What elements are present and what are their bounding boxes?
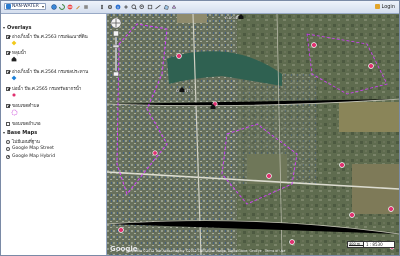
basemap-label: ไม่มีแผนที่ฐาน [12,140,40,145]
layer-item[interactable]: อ่างเก็บน้ำ ปีพ.ศ.2564 กรมชลประทาน [6,68,88,75]
chevron-down-icon [42,5,44,8]
layer-item[interactable]: ขอบเขตตำบล [6,102,39,109]
zoom-out-icon[interactable] [138,3,145,10]
layer-item[interactable]: ขอบเขตอำเภอ [6,120,41,127]
edit-icon[interactable] [74,3,81,10]
map-imagery [107,14,399,255]
basemap-radio[interactable] [6,139,10,144]
zoom-in-button[interactable] [111,40,119,46]
key-icon [374,4,380,9]
layer-label: ขอบเขตตำบล [12,104,40,109]
top-toolbar: NAN-WATER Login [1,1,399,14]
measure-icon[interactable] [154,3,161,10]
basemap-option[interactable]: ไม่มีแผนที่ฐาน [6,138,40,145]
yellow-diamond-icon [11,40,17,48]
scale-ratio-label: 1 : 8530 [366,242,383,247]
polygon-icon[interactable] [170,3,177,10]
brand-dropdown[interactable]: NAN-WATER [4,3,46,10]
satellite-map[interactable]: ต.ม่วงตึ๊ด บ้านพร้าว Google Map data ©20… [107,14,399,255]
zoom-in-icon[interactable] [130,3,137,10]
basemap-label: Google Map Street [12,146,54,151]
tools-icon[interactable] [82,3,89,10]
layer-item[interactable]: หลุมน้ำ [6,49,26,56]
basemap-option[interactable]: Google Map Hybrid [6,154,55,159]
overlays-title: Overlays [7,25,32,31]
globe-icon[interactable] [50,3,57,10]
layer-checkbox[interactable] [6,69,10,74]
basemap-radio[interactable] [6,154,10,159]
map-copyright: Map data ©2012 Tele Atlas imagery ©2012 … [127,249,286,253]
layer-checkbox[interactable] [6,34,10,39]
layer-checkbox[interactable] [6,50,10,55]
settings-icon[interactable] [106,3,113,10]
collapse-triangle-icon [3,27,5,29]
layer-checkbox[interactable] [6,86,10,91]
pink-dot-icon [11,92,17,100]
layer-label: อ่างเก็บน้ำ ปีพ.ศ.2563 กรมพัฒนาที่ดิน [12,35,88,40]
layer-label: อ่างเก็บน้ำ ปีพ.ศ.2564 กรมชลประทาน [12,70,89,75]
login-button[interactable]: Login [374,3,396,10]
dashed-ring-icon [11,109,18,118]
brand-label: NAN-WATER [12,4,39,9]
layer-item[interactable]: บ่อน้ำ ปีพ.ศ.2565 กรมทรัพยากรน้ำ [6,85,81,92]
zoom-out-button[interactable] [111,81,119,87]
basemaps-title: Base Maps [7,130,38,136]
layer-label: ขอบเขตอำเภอ [12,122,41,127]
refresh-icon[interactable] [58,3,65,10]
info-icon[interactable] [114,3,121,10]
basemap-label: Google Map Hybrid [12,154,56,159]
layer-item[interactable]: อ่างเก็บน้ำ ปีพ.ศ.2563 กรมพัฒนาที่ดิน [6,33,88,40]
app-window: NAN-WATER Login Overlays อ่างเก็บน้ำ ปีพ… [0,0,400,256]
pan-control[interactable] [111,18,121,28]
blue-diamond-icon [11,75,17,83]
overlays-header[interactable]: Overlays [3,25,32,31]
scale-ratio-select[interactable]: 1 : 8530 [363,241,395,248]
house-icon [11,56,17,64]
basemaps-header[interactable]: Base Maps [3,130,37,136]
layer-sidebar: Overlays อ่างเก็บน้ำ ปีพ.ศ.2563 กรมพัฒนา… [1,14,107,255]
place-label: ต.ม่วงตึ๊ด [225,15,241,20]
basemap-option[interactable]: Google Map Street [6,146,54,151]
full-extent-icon[interactable] [146,3,153,10]
area-icon[interactable] [162,3,169,10]
basemap-radio[interactable] [6,146,10,151]
layer-label: หลุมน้ำ [12,51,27,56]
layer-checkbox[interactable] [6,103,10,108]
layer-label: บ่อน้ำ ปีพ.ศ.2565 กรมทรัพยากรน้ำ [12,87,82,92]
zoom-slider-handle[interactable] [110,55,120,60]
layer-checkbox[interactable] [6,121,10,126]
brand-logo-icon [6,4,11,9]
collapse-triangle-icon [3,132,5,134]
no-entry-icon[interactable] [66,3,73,10]
pan-icon[interactable] [98,3,105,10]
login-label: Login [381,3,396,10]
navigate-icon[interactable] [122,3,129,10]
place-label: บ้านพร้าว [176,88,193,93]
